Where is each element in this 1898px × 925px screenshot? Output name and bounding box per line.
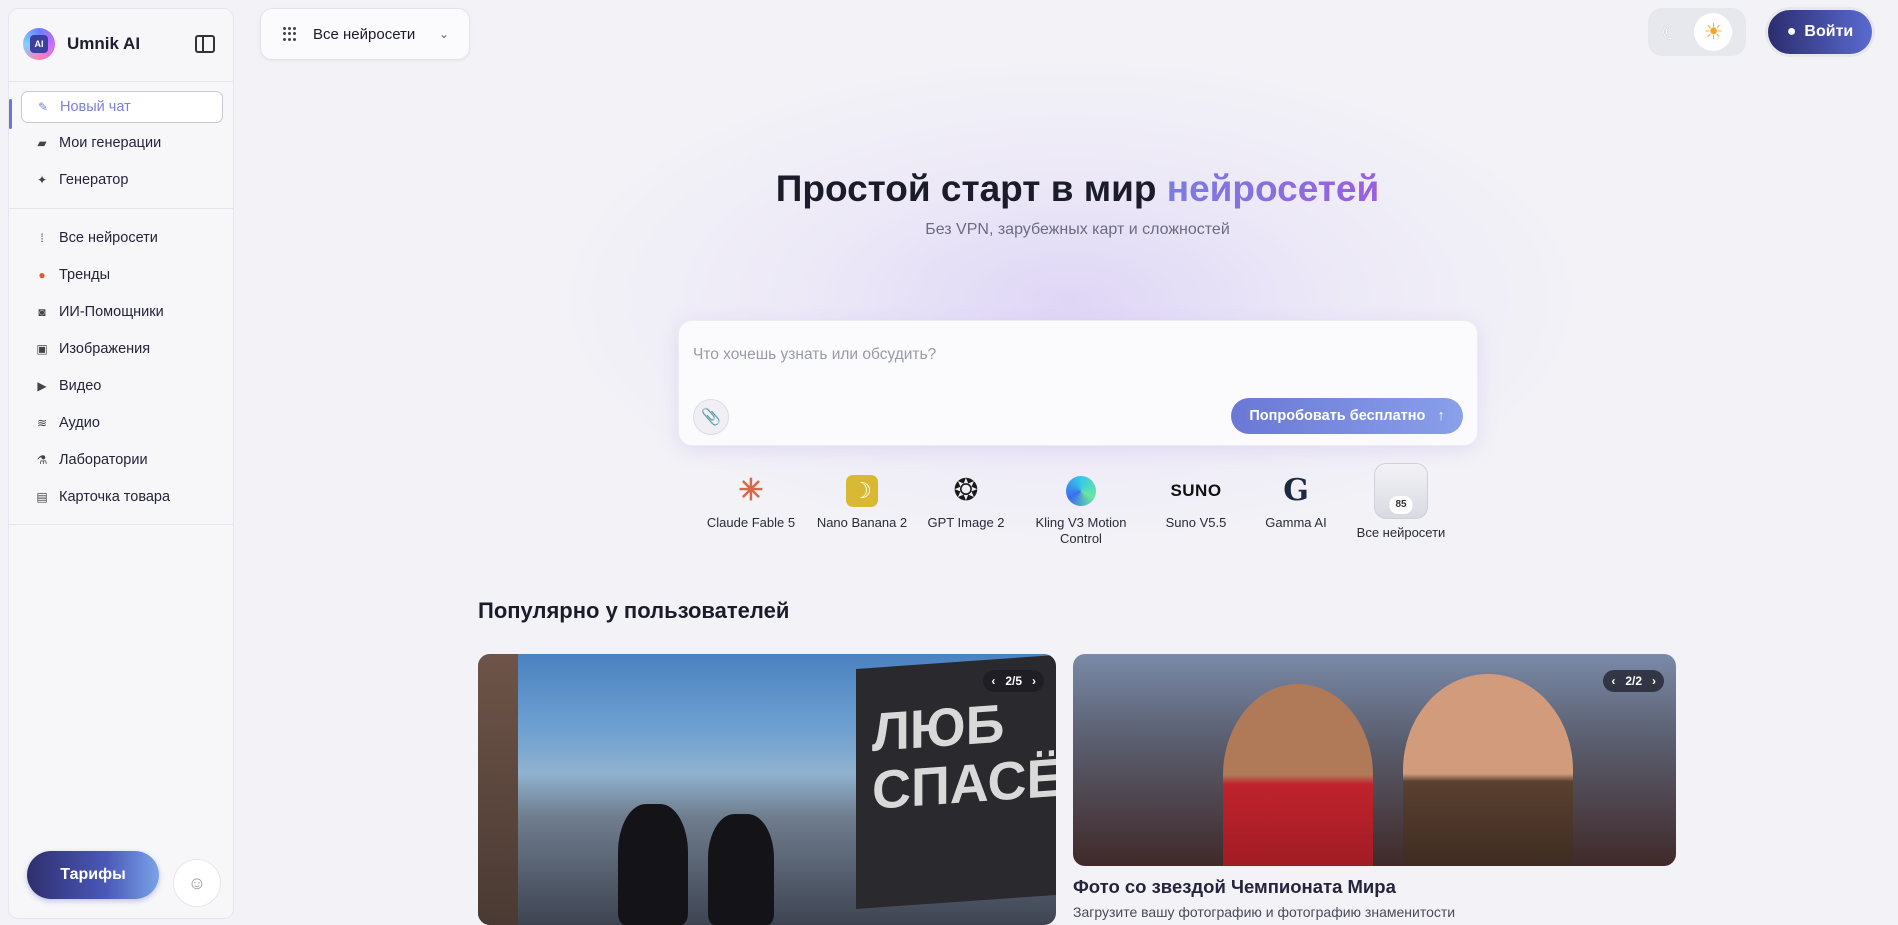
scaffold-image	[478, 654, 518, 925]
card-subtitle: Загрузите вашу фотографию и фотографию з…	[1073, 904, 1456, 920]
theme-toggle[interactable]: ☾ ☀	[1648, 8, 1746, 56]
card-title[interactable]: Фото со звездой Чемпионата Мира	[1073, 876, 1396, 898]
flag-text: ЛЮБ СПАСЁ	[856, 655, 1056, 909]
person-figure	[1403, 674, 1573, 866]
section-title: Популярно у пользователей	[478, 598, 790, 623]
card-pager[interactable]: ‹ 2/5 ›	[983, 670, 1044, 692]
chevron-right-icon[interactable]: ›	[1652, 674, 1656, 688]
model-label: Suno V5.5	[1165, 515, 1227, 530]
sidebar-item-video[interactable]: ▶ Видео	[21, 370, 223, 402]
sidebar-item-label: Тренды	[59, 267, 111, 283]
all-models-icon: 85	[1374, 463, 1428, 519]
prompt-input[interactable]	[693, 343, 1453, 367]
video-icon: ▶	[37, 379, 47, 393]
paperclip-icon[interactable]: 📎	[693, 399, 729, 435]
grid-icon	[283, 27, 297, 41]
sidebar-item-label: Лаборатории	[59, 452, 148, 468]
sidebar-collapse-icon[interactable]	[195, 35, 215, 53]
model-label: Nano Banana 2	[816, 515, 908, 530]
sidebar-item-new-chat[interactable]: ✎ Новый чат	[21, 91, 223, 123]
sidebar-item-images[interactable]: ▣ Изображения	[21, 333, 223, 365]
sidebar-item-label: ИИ-Помощники	[59, 304, 164, 320]
card-pager[interactable]: ‹ 2/2 ›	[1603, 670, 1664, 692]
login-button[interactable]: ● Войти	[1768, 10, 1872, 54]
model-gamma[interactable]: G Gamma AI	[1258, 475, 1334, 531]
try-free-button[interactable]: Попробовать бесплатно ↑	[1231, 398, 1463, 434]
hero-title-accent: нейросетей	[1166, 168, 1380, 209]
sidebar-item-label: Изображения	[59, 341, 151, 357]
hero-title: Простой старт в мир нейросетей	[775, 168, 1380, 209]
login-label: Войти	[1804, 23, 1854, 40]
model-all[interactable]: 85 Все нейросети	[1352, 463, 1450, 541]
model-label: GPT Image 2	[927, 515, 1005, 530]
sidebar-item-trends[interactable]: ● Тренды	[21, 259, 223, 291]
model-kling[interactable]: Kling V3 Motion Control	[1030, 475, 1132, 547]
flask-icon: ⚗	[36, 453, 48, 467]
user-icon: ●	[1786, 23, 1797, 40]
sidebar-item-label: Новый чат	[60, 99, 131, 115]
pencil-icon: ✎	[37, 100, 49, 114]
popular-card[interactable]: ЛЮБ СПАСЁ ‹ 2/5 ›	[478, 654, 1056, 925]
gamma-logo-icon: G	[1283, 473, 1309, 508]
arrow-up-icon: ↑	[1437, 408, 1445, 424]
chevron-right-icon[interactable]: ›	[1032, 674, 1036, 688]
banana-logo-icon: ☽	[846, 475, 878, 507]
sidebar-item-label: Видео	[59, 378, 102, 394]
audio-icon: ≋	[36, 416, 48, 430]
sidebar: AI Umnik AI ✎ Новый чат ▰ Мои генерации …	[8, 8, 234, 919]
pager-value: 2/5	[1005, 674, 1022, 688]
active-indicator	[9, 99, 12, 129]
model-suno[interactable]: SUNO Suno V5.5	[1160, 475, 1232, 531]
tariffs-button[interactable]: Тарифы	[27, 851, 159, 899]
person-figure	[1223, 684, 1373, 866]
model-label: Все нейросети	[1356, 525, 1446, 540]
divider	[9, 81, 233, 82]
popular-card[interactable]: ‹ 2/2 ›	[1073, 654, 1676, 866]
kling-logo-icon	[1065, 475, 1097, 507]
sidebar-item-my-generations[interactable]: ▰ Мои генерации	[21, 127, 223, 159]
folder-icon: ▰	[37, 136, 47, 150]
model-label: Claude Fable 5	[706, 515, 796, 530]
person-figure	[708, 814, 774, 925]
suno-logo-icon: SUNO	[1170, 481, 1222, 500]
model-label: Kling V3 Motion Control	[1035, 515, 1127, 546]
models-count: 85	[1389, 496, 1413, 514]
brand-logo: AI	[23, 28, 55, 60]
profile-icon[interactable]: ☺	[173, 859, 221, 907]
chevron-down-icon: ⌄	[438, 27, 449, 41]
hero-subtitle: Без VPN, зарубежных карт и сложностей	[925, 221, 1230, 238]
prompt-box: 📎 Попробовать бесплатно ↑	[678, 320, 1478, 446]
pager-value: 2/2	[1625, 674, 1642, 688]
sidebar-item-label: Мои генерации	[59, 135, 162, 151]
model-claude[interactable]: ✳ Claude Fable 5	[704, 475, 798, 531]
fire-icon: ●	[38, 268, 46, 282]
robot-icon: ◙	[38, 305, 46, 319]
person-figure	[618, 804, 688, 925]
sidebar-item-label: Аудио	[59, 415, 100, 431]
try-free-label: Попробовать бесплатно	[1249, 408, 1426, 424]
sidebar-item-labs[interactable]: ⚗ Лаборатории	[21, 444, 223, 476]
model-gpt-image[interactable]: ❂ GPT Image 2	[920, 475, 1012, 531]
model-nano-banana[interactable]: ☽ Nano Banana 2	[815, 475, 909, 531]
model-label: Gamma AI	[1265, 515, 1327, 530]
model-select-value: Все нейросети	[313, 25, 416, 43]
sidebar-item-assistants[interactable]: ◙ ИИ-Помощники	[21, 296, 223, 328]
openai-logo-icon: ❂	[953, 474, 979, 507]
models-row: ✳ Claude Fable 5 ☽ Nano Banana 2 ❂ GPT I…	[0, 463, 1898, 555]
brand-name: Umnik AI	[67, 34, 141, 53]
chevron-left-icon[interactable]: ‹	[991, 674, 995, 688]
image-icon: ▣	[36, 342, 48, 356]
moon-icon[interactable]: ☾	[1662, 20, 1680, 45]
chevron-left-icon[interactable]: ‹	[1611, 674, 1615, 688]
claude-logo-icon: ✳	[738, 474, 764, 507]
sun-icon[interactable]: ☀	[1694, 13, 1733, 51]
sidebar-item-audio[interactable]: ≋ Аудио	[21, 407, 223, 439]
model-select[interactable]: Все нейросети ⌄	[260, 8, 470, 60]
brand[interactable]: AI Umnik AI	[23, 27, 140, 61]
